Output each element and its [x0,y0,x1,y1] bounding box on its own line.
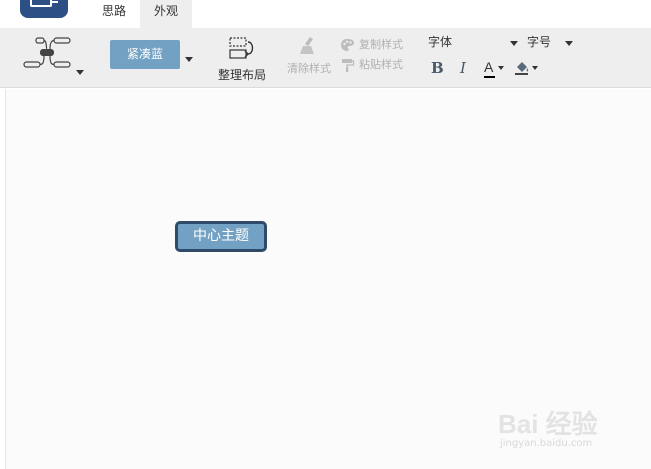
structure-button[interactable] [20,32,84,80]
baidu-jingyan-watermark: Bai 经验 jingyan.baidu.com [498,398,618,458]
tab-thinking[interactable]: 思路 [88,0,140,28]
clear-style-button[interactable]: 清除样式 [282,34,336,82]
mindmap-structure-icon [23,37,71,68]
clear-style-label: 清除样式 [287,62,331,75]
background-color-button[interactable] [514,58,542,78]
tab-appearance[interactable]: 外观 [140,0,193,28]
eraser-icon [300,37,314,54]
font-size-value: 字号 [527,35,552,49]
font-size-select[interactable]: 字号 [527,34,575,52]
copy-style-label: 复制样式 [359,38,403,51]
theme-dropdown-caret-icon[interactable] [185,57,193,62]
structure-dropdown-caret-icon [76,70,84,75]
arrange-layout-label: 整理布局 [217,68,266,82]
background-color-caret-icon [532,66,538,70]
theme-button[interactable]: 紧凑蓝 [110,40,180,69]
font-family-value: 字体 [428,35,453,49]
root-topic-node[interactable]: 中心主题 [175,221,267,252]
font-color-button[interactable]: A [484,58,508,78]
paint-bucket-icon [515,62,529,75]
arrange-layout-icon [229,37,254,59]
appearance-toolbar: 紧凑蓝 整理布局 清除样式 复制样式 粘贴样式 字体 字号 B I A [0,28,651,88]
font-color-caret-icon [498,66,504,70]
mindmap-logo-icon[interactable] [20,0,68,18]
watermark-title: Bai 经验 [498,409,598,439]
size-dropdown-caret-icon [565,41,573,46]
bold-button[interactable]: B [431,58,444,78]
font-color-icon: A [484,59,494,75]
font-dropdown-caret-icon [510,41,518,46]
paste-style-label: 粘贴样式 [359,58,403,71]
paste-style-button[interactable]: 粘贴样式 [340,57,414,73]
font-color-swatch [484,76,495,78]
paint-roller-icon [342,59,355,72]
italic-button[interactable]: I [460,58,466,78]
watermark-subtitle: jingyan.baidu.com [500,438,593,449]
copy-style-button[interactable]: 复制样式 [340,37,414,53]
palette-icon [341,39,354,51]
font-family-select[interactable]: 字体 [428,34,520,52]
arrange-layout-button[interactable]: 整理布局 [214,34,270,82]
top-tab-bar: 思路 外观 [0,0,651,28]
